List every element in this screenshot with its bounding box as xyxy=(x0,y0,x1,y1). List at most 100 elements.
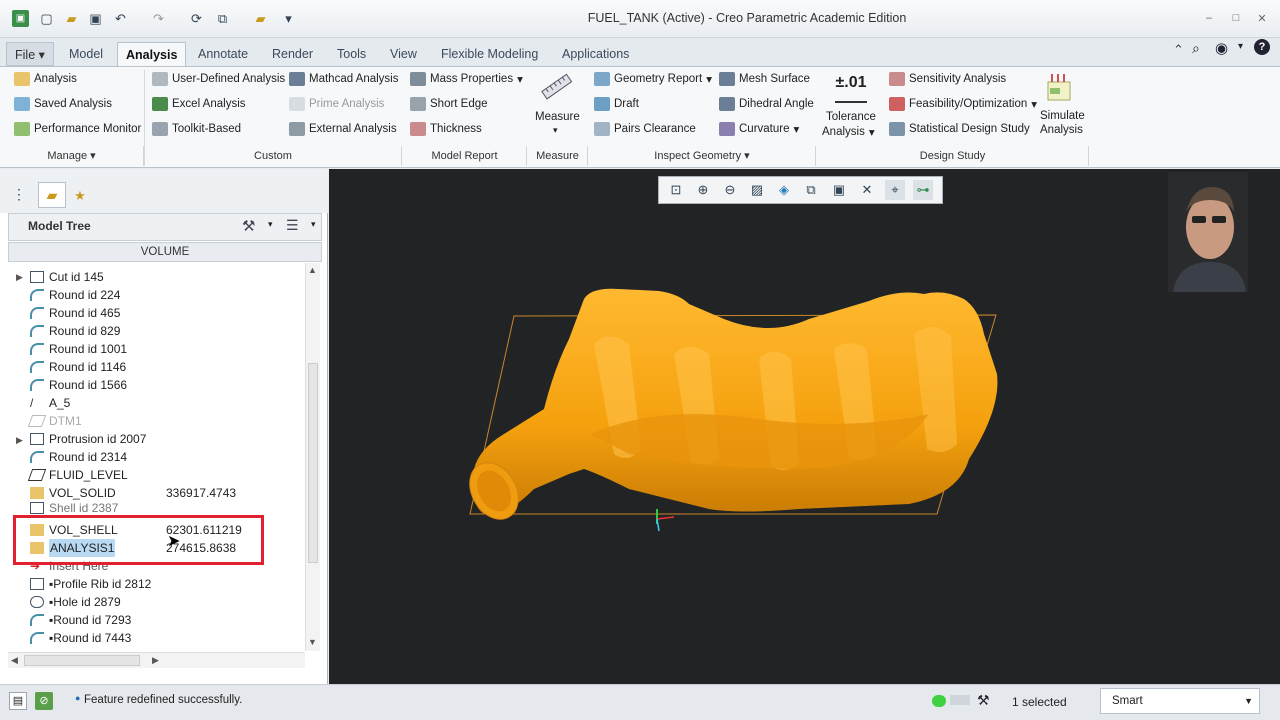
help-icon[interactable]: ? xyxy=(1254,39,1270,55)
tab-annotate[interactable]: Annotate xyxy=(190,42,256,66)
tree-row[interactable]: ▪ Round id 7443 xyxy=(30,629,131,647)
highlight-box xyxy=(13,515,264,565)
tree-row[interactable]: Shell id 2387 xyxy=(30,502,118,514)
user-defined-analysis-button[interactable]: User-Defined Analysis xyxy=(152,72,285,86)
tab-tools[interactable]: Tools xyxy=(329,42,374,66)
tree-row[interactable]: VOL_SOLID xyxy=(30,484,116,502)
annotation-display-icon[interactable]: ⊶ xyxy=(913,180,933,200)
toggle-navigator-icon[interactable]: ▤ xyxy=(9,692,27,710)
close-icon[interactable]: ✕ xyxy=(1255,12,1269,25)
tab-analysis[interactable]: Analysis xyxy=(117,42,187,66)
tab-applications[interactable]: Applications xyxy=(554,42,637,66)
filter-dropdown[interactable]: Smart ▼ xyxy=(1100,688,1260,714)
dihedral-angle-button[interactable]: Dihedral Angle xyxy=(719,97,814,111)
model-tree-tab-icon[interactable]: ⋮ xyxy=(12,186,30,206)
pairs-clearance-button[interactable]: Pairs Clearance xyxy=(594,122,696,136)
tab-view[interactable]: View xyxy=(382,42,425,66)
repaint-icon[interactable]: ▨ xyxy=(747,180,767,200)
excel-analysis-button[interactable]: Excel Analysis xyxy=(152,97,246,111)
tab-flexible-modeling[interactable]: Flexible Modeling xyxy=(433,42,546,66)
feasibility-icon xyxy=(889,97,905,111)
toolkit-icon xyxy=(152,122,168,136)
performance-monitor-button[interactable]: Performance Monitor xyxy=(14,122,141,136)
datum-plane-icon xyxy=(27,469,47,481)
chevron-down-icon[interactable]: ▾ xyxy=(268,219,273,230)
search-icon[interactable]: ⌕ xyxy=(1192,40,1200,57)
tree-row[interactable]: ▪ Profile Rib id 2812 xyxy=(30,575,151,593)
thickness-button[interactable]: Thickness xyxy=(410,122,482,136)
horizontal-scrollbar[interactable]: ◀ ▶ xyxy=(8,652,305,668)
perspective-icon[interactable]: ✕ xyxy=(857,180,877,200)
chevron-down-icon[interactable]: ▾ xyxy=(311,219,316,230)
folder-browser-tab-icon[interactable]: ▰ xyxy=(38,182,66,208)
measure-button[interactable]: Measure xyxy=(535,111,580,123)
tree-row[interactable]: Round id 224 xyxy=(30,286,120,304)
message-dot-icon: ● xyxy=(75,693,81,703)
tree-row[interactable]: Cut id 145 xyxy=(30,268,104,286)
expand-icon[interactable]: ▶ xyxy=(16,435,23,446)
statistical-icon xyxy=(889,122,905,136)
tree-row[interactable]: Round id 1001 xyxy=(30,340,127,358)
sensitivity-analysis-button[interactable]: Sensitivity Analysis xyxy=(889,72,1006,86)
saved-orientations-icon[interactable]: ⧉ xyxy=(801,180,821,200)
mesh-surface-button[interactable]: Mesh Surface xyxy=(719,72,810,86)
refit-icon[interactable]: ⊡ xyxy=(666,180,686,200)
column-header-volume[interactable]: VOLUME xyxy=(8,242,322,262)
mathcad-analysis-button[interactable]: Mathcad Analysis xyxy=(289,72,399,86)
expand-icon[interactable]: ▶ xyxy=(16,272,23,283)
minimize-icon[interactable]: – xyxy=(1202,12,1216,24)
vertical-scrollbar[interactable]: ▲ ▼ xyxy=(305,263,320,651)
tree-row[interactable]: FLUID_LEVEL xyxy=(27,466,128,484)
chevron-down-icon[interactable]: ▾ xyxy=(1238,41,1243,52)
saved-analysis-button[interactable]: Saved Analysis xyxy=(14,97,112,111)
short-edge-button[interactable]: Short Edge xyxy=(410,97,488,111)
tree-row[interactable]: Round id 1566 xyxy=(30,376,127,394)
tree-row[interactable]: ▪ Hole id 2879 xyxy=(30,593,121,611)
favorites-tab-icon[interactable]: ★ xyxy=(68,185,92,207)
tree-row[interactable]: ▪ Round id 7293 xyxy=(30,611,131,629)
external-analysis-button[interactable]: External Analysis xyxy=(289,122,397,136)
settings-icon[interactable]: ⚒ xyxy=(242,217,255,235)
tolerance-analysis-button[interactable]: Tolerance xyxy=(826,111,876,123)
tree-row[interactable]: Protrusion id 2007 xyxy=(30,430,146,448)
view-manager-icon[interactable]: ▣ xyxy=(829,180,849,200)
collapse-ribbon-icon[interactable]: ⌃ xyxy=(1173,42,1184,58)
tree-row[interactable]: Round id 2314 xyxy=(30,448,127,466)
mass-properties-button[interactable]: Mass Properties ▾ xyxy=(410,72,523,86)
geometry-report-button[interactable]: Geometry Report ▾ xyxy=(594,72,712,86)
datum-display-icon[interactable]: ⌖ xyxy=(885,180,905,200)
display-style-icon[interactable]: ◈ xyxy=(774,180,794,200)
graphics-viewport[interactable] xyxy=(329,169,1280,684)
tree-row[interactable]: / A_5 xyxy=(30,394,70,412)
prime-analysis-button[interactable]: Prime Analysis xyxy=(289,97,384,111)
tree-row[interactable]: Round id 465 xyxy=(30,304,120,322)
tree-row[interactable]: DTM1 xyxy=(27,412,82,430)
group-inspect-geometry[interactable]: Inspect Geometry ▾ xyxy=(589,146,816,166)
toolkit-based-button[interactable]: Toolkit-Based xyxy=(152,122,241,136)
curvature-icon xyxy=(719,122,735,136)
tab-render[interactable]: Render xyxy=(264,42,321,66)
maximize-icon[interactable]: □ xyxy=(1229,12,1243,24)
chevron-down-icon[interactable]: ▾ xyxy=(553,125,558,136)
tree-row[interactable]: Round id 1146 xyxy=(30,358,126,376)
draft-button[interactable]: Draft xyxy=(594,97,639,111)
tab-file[interactable]: File ▾ xyxy=(6,42,54,66)
selection-filter-icon[interactable]: ⚒ xyxy=(977,692,990,709)
statistical-design-study-button[interactable]: Statistical Design Study xyxy=(889,122,1030,136)
curvature-button[interactable]: Curvature ▾ xyxy=(719,122,799,136)
feasibility-optimization-button[interactable]: Feasibility/Optimization ▾ xyxy=(889,97,1037,111)
ptc-community-icon[interactable]: ◉ xyxy=(1215,39,1228,57)
browser-icon[interactable]: ⊘ xyxy=(35,692,53,710)
show-icon[interactable]: ☰ xyxy=(286,217,299,234)
tolerance-analysis-label: Analysis ▾ xyxy=(822,126,875,139)
geometry-report-icon xyxy=(594,72,610,86)
zoom-in-icon[interactable]: ⊕ xyxy=(693,180,713,200)
simulate-analysis-button[interactable]: Simulate xyxy=(1040,110,1085,122)
tab-model[interactable]: Model xyxy=(61,42,111,66)
rib-icon xyxy=(30,578,44,590)
analysis-button[interactable]: Analysis xyxy=(14,72,77,86)
group-manage[interactable]: Manage ▾ xyxy=(0,146,144,166)
tree-row[interactable]: Round id 829 xyxy=(30,322,120,340)
status-indicator xyxy=(950,695,970,705)
zoom-out-icon[interactable]: ⊖ xyxy=(720,180,740,200)
